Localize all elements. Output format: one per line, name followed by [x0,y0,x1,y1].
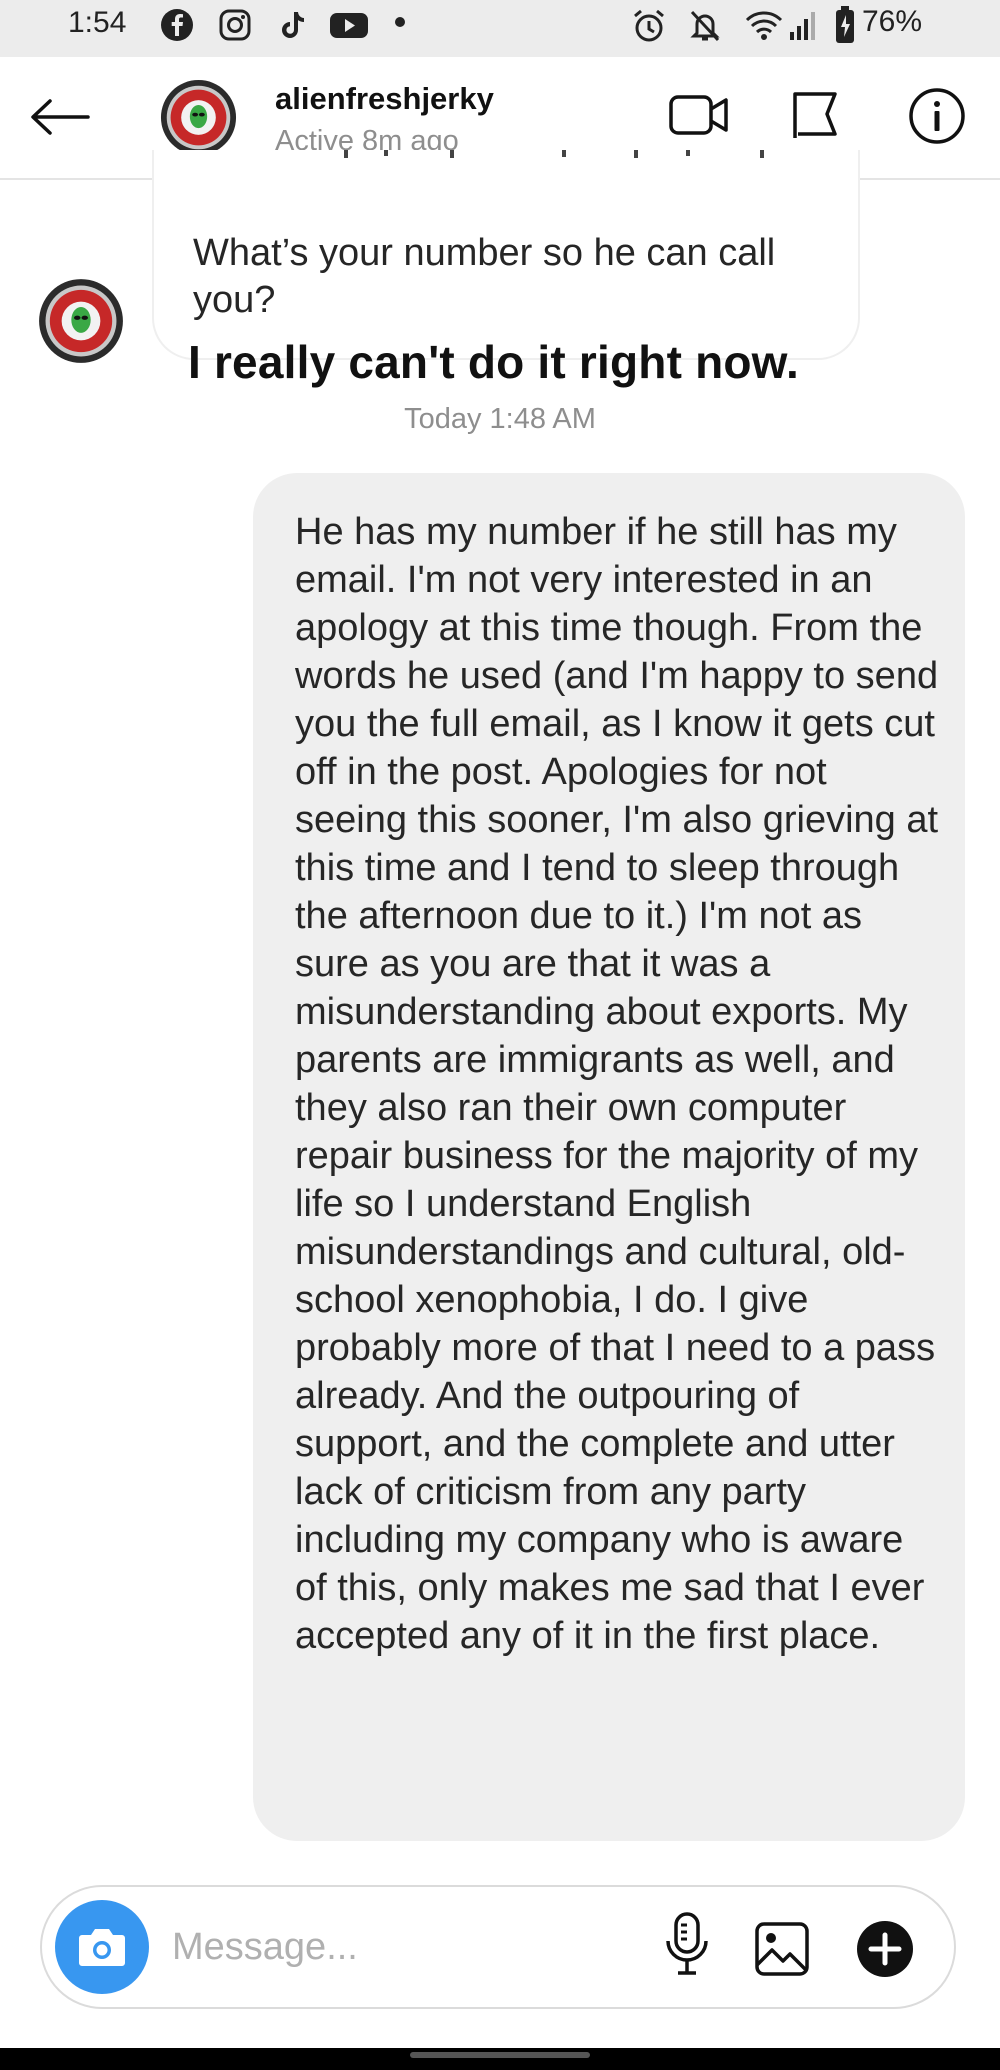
info-icon[interactable] [908,87,966,145]
chat-username[interactable]: alienfreshjerky [275,81,494,117]
message-input[interactable] [172,1917,672,1977]
video-call-icon[interactable] [668,89,730,139]
dot-icon [395,17,405,27]
flag-icon[interactable] [790,89,842,141]
signal-icon [790,12,815,40]
message-timestamp: Today 1:48 AM [404,403,596,435]
instagram-icon [219,9,251,41]
alarm-icon [634,9,664,42]
battery-icon [836,6,854,43]
sender-avatar[interactable] [38,278,124,364]
camera-icon [79,1929,125,1966]
message-composer [40,1885,956,2009]
status-bar: 1:54 76% [0,0,1000,57]
facebook-icon [161,9,193,41]
microphone-icon[interactable] [662,1911,712,1981]
status-time: 1:54 [68,6,127,39]
sent-message-text: He has my number if he still has my emai… [295,511,939,1657]
back-arrow-icon[interactable] [28,97,92,137]
home-gesture-pill[interactable] [410,2052,590,2058]
tiktok-icon [282,12,304,38]
camera-button[interactable] [55,1900,149,1994]
avatar[interactable] [160,79,237,156]
received-message-text: What’s your number so he can call you? [193,232,776,321]
wifi-icon [745,11,783,40]
gallery-icon[interactable] [754,1921,810,1977]
battery-percentage: 76% [862,5,923,38]
add-icon[interactable] [856,1920,914,1978]
cut-off-text-fragment [344,150,764,158]
mute-icon [690,10,720,42]
youtube-icon [330,13,368,38]
overlay-caption: I really can't do it right now. [188,336,799,388]
